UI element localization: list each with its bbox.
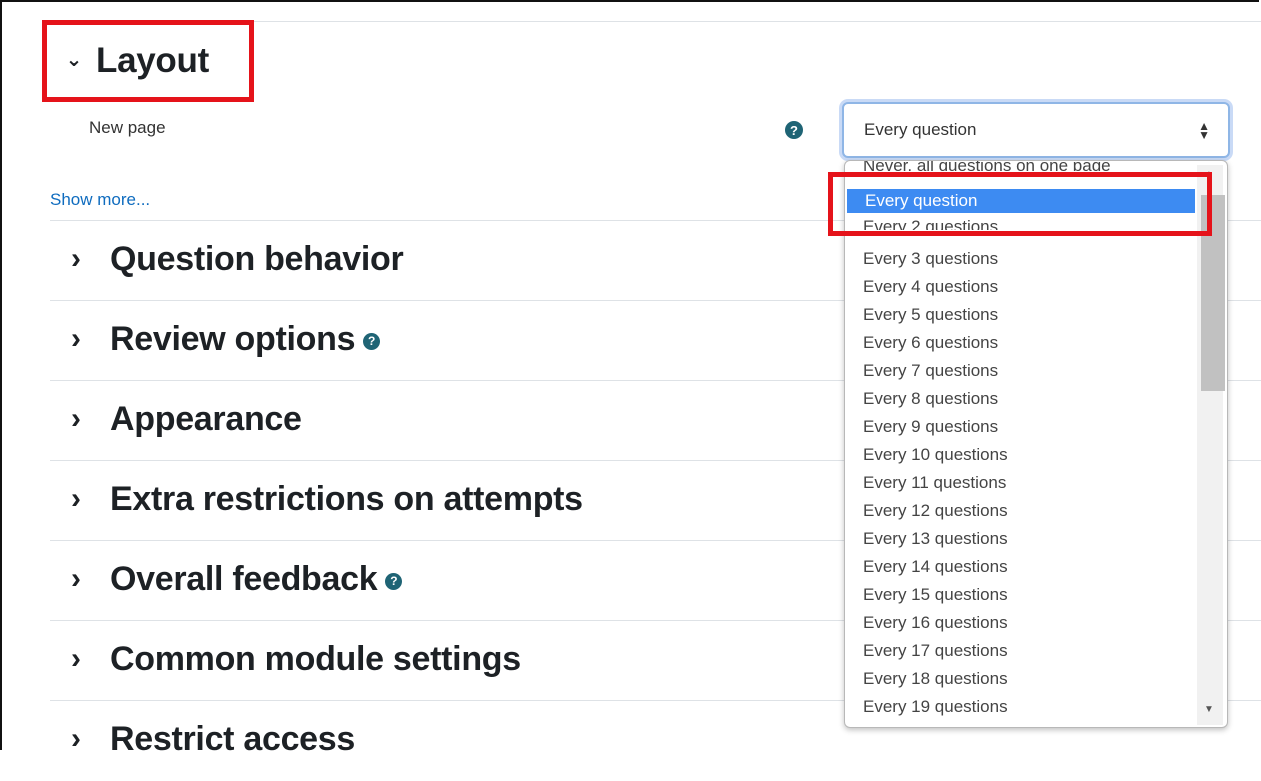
section-header[interactable]: › Common module settings bbox=[62, 637, 521, 681]
new-page-select[interactable]: Every question ▲ ▼ bbox=[842, 102, 1230, 158]
help-icon[interactable]: ? bbox=[385, 572, 403, 590]
section-title: Question behavior bbox=[110, 239, 404, 278]
dropdown-option[interactable]: Every 15 questions bbox=[845, 583, 1195, 607]
dropdown-option[interactable]: Every 7 questions bbox=[845, 359, 1195, 383]
dropdown-option[interactable]: Every 19 questions bbox=[845, 695, 1195, 719]
dropdown-option[interactable]: Every 9 questions bbox=[845, 415, 1195, 439]
section-title: Review options bbox=[110, 319, 356, 358]
chevron-right-icon: › bbox=[71, 482, 81, 515]
dropdown-option[interactable]: Every 11 questions bbox=[845, 471, 1195, 495]
section-header[interactable]: › Extra restrictions on attempts bbox=[62, 477, 583, 521]
chevron-right-icon: › bbox=[71, 402, 81, 435]
dropdown-option[interactable]: Every 16 questions bbox=[845, 611, 1195, 635]
section-header[interactable]: › Overall feedback? bbox=[62, 557, 403, 601]
dropdown-option[interactable]: Every 4 questions bbox=[845, 275, 1195, 299]
dropdown-option[interactable]: Every 14 questions bbox=[845, 555, 1195, 579]
dropdown-option[interactable]: Never, all questions on one page bbox=[845, 161, 1195, 171]
section-title: Common module settings bbox=[110, 639, 521, 678]
dropdown-option[interactable]: Every 18 questions bbox=[845, 667, 1195, 691]
chevron-right-icon: › bbox=[71, 242, 81, 275]
select-arrows-icon: ▲ ▼ bbox=[1198, 119, 1210, 142]
new-page-dropdown-list[interactable]: Never, all questions on one page Every qu… bbox=[844, 160, 1228, 728]
scroll-down-icon[interactable]: ▼ bbox=[1204, 704, 1214, 715]
section-title: Extra restrictions on attempts bbox=[110, 479, 583, 518]
section-header[interactable]: › Question behavior bbox=[62, 237, 404, 281]
dropdown-option[interactable]: Every 13 questions bbox=[845, 527, 1195, 551]
chevron-right-icon: › bbox=[71, 562, 81, 595]
dropdown-option[interactable]: Every 3 questions bbox=[845, 247, 1195, 271]
help-icon[interactable]: ? bbox=[363, 332, 381, 350]
section-header[interactable]: › Review options? bbox=[62, 317, 381, 361]
section-header[interactable]: › Restrict access bbox=[62, 717, 355, 761]
section-title: Restrict access bbox=[110, 719, 356, 758]
dropdown-option[interactable]: Every 8 questions bbox=[845, 387, 1195, 411]
dropdown-option[interactable]: Every 17 questions bbox=[845, 639, 1195, 663]
section-header[interactable]: › Appearance bbox=[62, 397, 302, 441]
show-more-link[interactable]: Show more... bbox=[50, 190, 150, 210]
select-value: Every question bbox=[864, 120, 977, 139]
dropdown-option[interactable]: Every 5 questions bbox=[845, 303, 1195, 327]
section-title: Overall feedback bbox=[110, 559, 378, 598]
chevron-right-icon: › bbox=[71, 322, 81, 355]
chevron-right-icon: › bbox=[71, 642, 81, 675]
help-icon[interactable]: ? bbox=[785, 121, 803, 139]
dropdown-option[interactable]: Every 6 questions bbox=[845, 331, 1195, 355]
section-title: Appearance bbox=[110, 399, 302, 438]
dropdown-option[interactable]: Every 12 questions bbox=[845, 499, 1195, 523]
chevron-right-icon: › bbox=[71, 722, 81, 755]
new-page-label: New page bbox=[89, 118, 166, 137]
dropdown-option[interactable]: Every 10 questions bbox=[845, 443, 1195, 467]
dropdown-scrollbar[interactable]: ▲ ▼ bbox=[1197, 165, 1225, 725]
highlight-box-layout bbox=[42, 20, 254, 102]
highlight-box-every-question bbox=[828, 172, 1212, 236]
